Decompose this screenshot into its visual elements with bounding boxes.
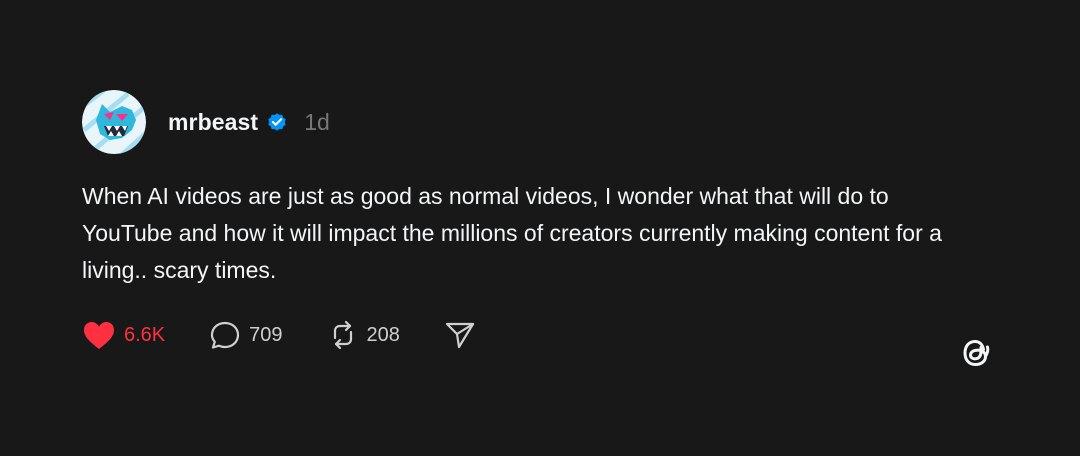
send-icon (445, 322, 475, 349)
post: mrbeast 1d When AI videos are just as go… (82, 88, 1002, 353)
username[interactable]: mrbeast (168, 109, 258, 136)
comment-bubble-icon (211, 321, 240, 349)
like-count: 6.6K (124, 323, 166, 346)
post-actions: 6.6K 709 208 (82, 317, 1002, 353)
like-button[interactable]: 6.6K (82, 320, 165, 350)
threads-post-card: mrbeast 1d When AI videos are just as go… (0, 0, 1080, 456)
repost-icon (333, 320, 352, 350)
comment-button[interactable]: 709 (209, 320, 283, 350)
comment-count: 709 (249, 323, 283, 346)
verified-badge-icon (266, 111, 288, 133)
threads-logo-icon (956, 333, 996, 373)
post-timestamp[interactable]: 1d (304, 109, 330, 136)
repost-button[interactable]: 208 (327, 320, 400, 350)
avatar[interactable] (82, 90, 146, 154)
panther-avatar-icon (82, 90, 146, 154)
post-text: When AI videos are just as good as norma… (82, 183, 942, 283)
post-header: mrbeast 1d (82, 88, 1002, 156)
repost-count: 208 (366, 323, 400, 346)
share-button[interactable] (444, 320, 484, 350)
heart-icon (84, 322, 114, 349)
